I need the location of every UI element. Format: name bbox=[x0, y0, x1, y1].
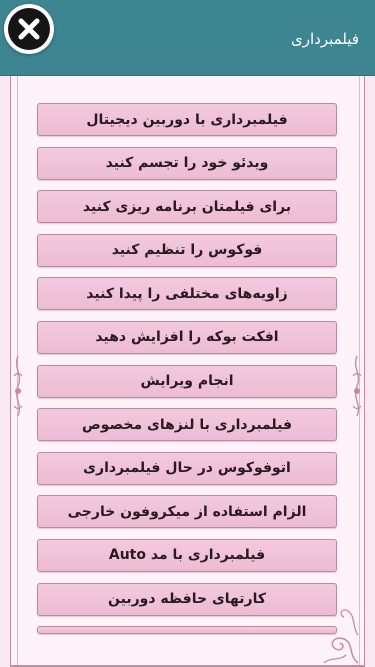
close-button[interactable] bbox=[4, 4, 54, 54]
menu-item-memory-cards[interactable]: کارتهای حافظه دوربین bbox=[37, 582, 337, 616]
menu-item-special-lenses[interactable]: فیلمبرداری با لنزهای مخصوص bbox=[37, 408, 337, 442]
close-icon bbox=[8, 8, 50, 50]
menu-item-visualize-video[interactable]: ویدئو خود را تجسم کنید bbox=[37, 146, 337, 180]
menu-item-set-focus[interactable]: فوکوس را تنظیم کنید bbox=[37, 233, 337, 267]
right-ornament-icon bbox=[352, 356, 362, 417]
app-header: فیلمبرداری bbox=[0, 0, 375, 76]
left-ornament-icon bbox=[13, 356, 23, 417]
menu-item-autofocus[interactable]: اتوفوکوس در حال فیلمبرداری bbox=[37, 451, 337, 485]
menu-item-editing[interactable]: انجام ویرایش bbox=[37, 364, 337, 398]
menu-item-external-mic[interactable]: الزام استفاده از میکروفون خارجی bbox=[37, 495, 337, 529]
page-title: فیلمبرداری bbox=[291, 30, 359, 48]
topic-menu: فیلمبرداری با دوربین دیجیتال ویدئو خود ر… bbox=[37, 103, 337, 635]
menu-item-digital-camera[interactable]: فیلمبرداری با دوربین دیجیتال bbox=[37, 103, 337, 136]
menu-item-bokeh[interactable]: افکت بوکه را افزایش دهید bbox=[37, 320, 337, 354]
menu-item-find-angles[interactable]: زاویه‌های مختلفی را پیدا کنید bbox=[37, 277, 337, 311]
menu-item-auto-mode[interactable]: فیلمبرداری با مد Auto bbox=[37, 538, 337, 572]
menu-item-plan-film[interactable]: برای فیلمتان برنامه ریزی کنید bbox=[37, 190, 337, 224]
menu-item-partial[interactable] bbox=[37, 626, 337, 635]
